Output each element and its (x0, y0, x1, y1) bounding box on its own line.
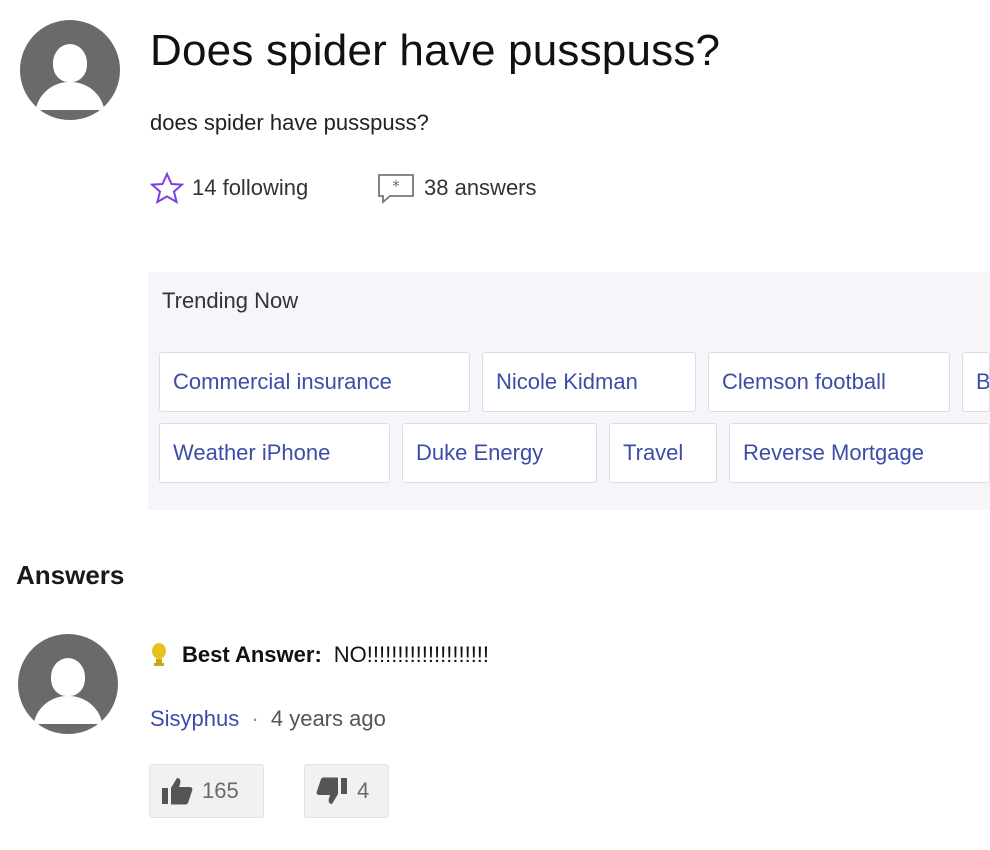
downvote-button[interactable]: 4 (304, 764, 389, 818)
trending-panel: Trending Now Commercial insurance Nicole… (148, 272, 990, 510)
star-icon (150, 172, 184, 204)
downvote-count: 4 (357, 778, 370, 803)
trophy-icon (152, 643, 166, 666)
follow-button[interactable]: 14 following (150, 172, 308, 204)
following-count: 14 following (192, 175, 309, 200)
answer-meta: Sisyphus · 4 years ago (150, 706, 386, 732)
avatar-head (51, 658, 85, 696)
trending-chip[interactable]: Duke Energy (402, 423, 597, 483)
best-answer-text: NO!!!!!!!!!!!!!!!!!!!! (333, 642, 490, 667)
trending-chip[interactable]: Reverse Mortgage (729, 423, 990, 483)
trending-title: Trending Now (162, 288, 299, 313)
upvote-button[interactable]: 165 (149, 764, 264, 818)
answers-link[interactable]: * 38 answers (376, 172, 537, 204)
question-body: does spider have pusspuss? (150, 110, 429, 135)
svg-text:*: * (392, 177, 400, 195)
best-answer-label: Best Answer: (182, 642, 322, 667)
thumbs-up-icon (162, 778, 193, 805)
answer-avatar[interactable] (18, 634, 118, 734)
question-title: Does spider have pusspuss? (150, 26, 721, 75)
trending-chip[interactable]: Nicole Kidman (482, 352, 696, 412)
trending-chip[interactable]: Commercial insurance (159, 352, 470, 412)
answer-author[interactable]: Sisyphus (150, 706, 239, 731)
thumbs-down-icon (316, 777, 347, 804)
upvote-count: 165 (202, 778, 239, 803)
trending-chip[interactable]: Travel (609, 423, 717, 483)
avatar-head (53, 44, 87, 82)
trending-chip[interactable]: Weather iPhone (159, 423, 390, 483)
question-avatar[interactable] (20, 20, 120, 120)
answer-time: 4 years ago (270, 706, 386, 731)
answers-count: 38 answers (424, 175, 537, 200)
meta-separator: · (251, 706, 259, 731)
trending-chip[interactable]: B (962, 352, 990, 412)
answer-icon: * (378, 174, 414, 204)
trending-chip[interactable]: Clemson football (708, 352, 950, 412)
best-answer: Best Answer: NO!!!!!!!!!!!!!!!!!!!! (150, 642, 489, 668)
answers-heading: Answers (16, 560, 125, 590)
